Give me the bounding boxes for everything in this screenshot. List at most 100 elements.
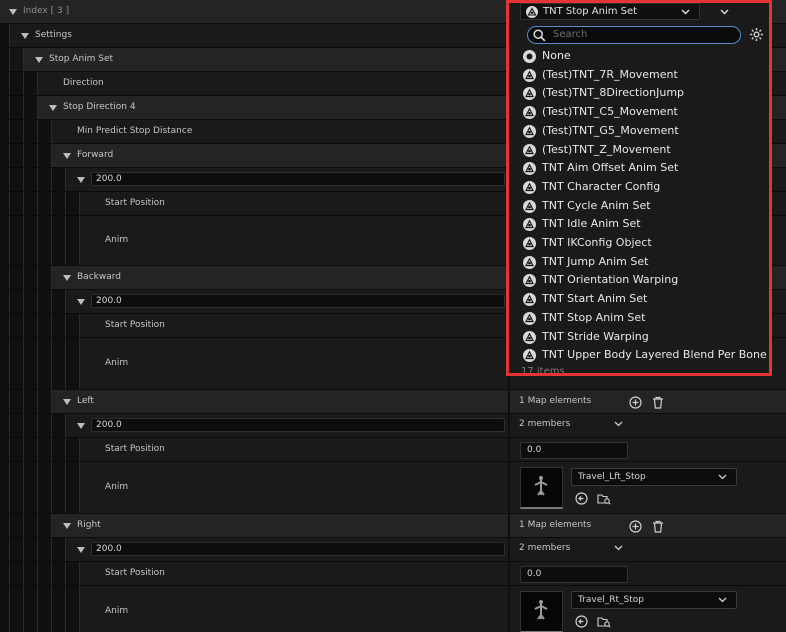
expand-arrow-icon[interactable]	[35, 57, 43, 63]
left-map-elements: 1 Map elements	[519, 396, 592, 406]
chevron-down-icon	[718, 597, 727, 603]
left-anim-row: Anim Travel_Lft_Stop	[0, 462, 786, 514]
add-element-icon[interactable]	[628, 395, 642, 409]
asset-class-icon	[523, 180, 536, 194]
asset-list-item[interactable]: (Test)TNT_7R_Movement	[521, 67, 757, 85]
asset-list-item[interactable]: (Test)TNT_G5_Movement	[521, 123, 757, 141]
asset-list-item[interactable]: TNT Upper Body Layered Blend Per Bone	[521, 347, 767, 365]
left-row[interactable]: Left 1 Map elements	[0, 390, 786, 414]
left-label: Left	[77, 396, 94, 406]
right-start-position-input[interactable]: 0.0	[520, 566, 628, 583]
asset-class-icon	[523, 274, 536, 288]
use-selected-icon[interactable]	[573, 490, 589, 506]
asset-dropdown-popup[interactable]: TNT Stop Anim Set Search None (Test)TNT_7…	[506, 0, 772, 376]
asset-list-item[interactable]: TNT Stride Warping	[521, 329, 757, 347]
asset-class-icon	[523, 218, 536, 232]
start-position-label: Start Position	[105, 444, 165, 454]
forward-key-input[interactable]: 200.0	[91, 172, 505, 186]
search-input[interactable]: Search	[527, 26, 741, 44]
right-label: Right	[77, 520, 101, 530]
right-anim-asset-picker[interactable]: Travel_Rt_Stop	[571, 591, 737, 609]
expand-arrow-icon[interactable]	[63, 153, 71, 159]
expand-arrow-icon[interactable]	[63, 275, 71, 281]
delete-icon[interactable]	[651, 519, 665, 533]
asset-list-item-label: TNT Stop Anim Set	[542, 310, 646, 324]
left-start-position-input[interactable]: 0.0	[520, 442, 628, 459]
asset-list-item-label: (Test)TNT_G5_Movement	[542, 123, 679, 137]
asset-list-item[interactable]: TNT Aim Offset Anim Set	[521, 160, 757, 178]
browse-asset-icon[interactable]	[596, 490, 612, 506]
expand-arrow-icon[interactable]	[77, 299, 85, 305]
left-members-combo[interactable]: 2 members	[519, 419, 627, 435]
asset-list-item[interactable]: None	[521, 48, 757, 66]
asset-list-item-label: TNT Aim Offset Anim Set	[542, 161, 679, 175]
asset-list-item[interactable]: TNT Character Config	[521, 179, 757, 197]
anim-thumbnail[interactable]	[520, 467, 563, 509]
chevron-down-icon[interactable]	[720, 9, 729, 15]
asset-class-icon	[523, 255, 536, 269]
anim-label: Anim	[105, 482, 129, 492]
asset-list-item[interactable]: (Test)TNT_C5_Movement	[521, 104, 757, 122]
anim-thumbnail[interactable]	[520, 591, 563, 632]
left-key-input[interactable]: 200.0	[91, 418, 505, 432]
asset-list-item[interactable]: TNT Stop Anim Set	[521, 310, 757, 328]
asset-list-item-label: TNT Idle Anim Set	[542, 217, 641, 231]
right-key-input[interactable]: 200.0	[91, 542, 505, 556]
left-key-row[interactable]: 200.0 2 members	[0, 414, 786, 438]
asset-list-item-label: (Test)TNT_7R_Movement	[542, 67, 678, 81]
index-label: Index [ 3 ]	[23, 6, 70, 16]
asset-list-item[interactable]: (Test)TNT_Z_Movement	[521, 142, 757, 160]
asset-list-item-label: TNT Stride Warping	[542, 329, 649, 343]
asset-list-item-label: (Test)TNT_8DirectionJump	[542, 86, 685, 100]
search-placeholder: Search	[553, 29, 588, 40]
use-selected-icon[interactable]	[573, 613, 589, 629]
asset-list-item[interactable]: TNT Jump Anim Set	[521, 254, 757, 272]
delete-icon[interactable]	[651, 395, 665, 409]
asset-list-item[interactable]: TNT IKConfig Object	[521, 235, 757, 253]
expand-arrow-icon[interactable]	[9, 9, 17, 15]
asset-list-item[interactable]: TNT Orientation Warping	[521, 272, 757, 290]
asset-class-icon	[523, 68, 536, 82]
asset-class-icon	[523, 237, 536, 250]
expand-arrow-icon[interactable]	[77, 547, 85, 553]
expand-arrow-icon[interactable]	[63, 399, 71, 405]
asset-list-item-label: TNT Character Config	[542, 179, 661, 193]
chevron-down-icon	[614, 421, 623, 427]
asset-class-icon	[523, 87, 536, 101]
expand-arrow-icon[interactable]	[49, 105, 57, 111]
anim-label: Anim	[105, 235, 129, 245]
right-start-position-row: Start Position 0.0	[0, 562, 786, 586]
expand-arrow-icon[interactable]	[21, 33, 29, 39]
add-element-icon[interactable]	[628, 519, 642, 533]
asset-list-item-label: (Test)TNT_Z_Movement	[542, 142, 671, 156]
right-map-elements: 1 Map elements	[519, 520, 592, 530]
search-icon	[533, 29, 546, 42]
browse-asset-icon[interactable]	[596, 613, 612, 629]
asset-class-icon	[523, 293, 536, 307]
backward-key-input[interactable]: 200.0	[91, 294, 505, 308]
asset-list-item[interactable]: TNT Cycle Anim Set	[521, 198, 757, 216]
expand-arrow-icon[interactable]	[77, 423, 85, 429]
gear-icon[interactable]	[749, 27, 764, 42]
asset-list-item-label: TNT Cycle Anim Set	[542, 198, 651, 212]
asset-list-item-label: TNT Start Anim Set	[542, 292, 648, 306]
expand-arrow-icon[interactable]	[77, 177, 85, 183]
right-row[interactable]: Right 1 Map elements	[0, 514, 786, 538]
asset-class-combo[interactable]: TNT Stop Anim Set	[520, 3, 700, 20]
anim-asset-name: Travel_Lft_Stop	[578, 472, 646, 482]
asset-list-item[interactable]: TNT Start Anim Set	[521, 291, 757, 309]
members-label: 2 members	[519, 543, 571, 553]
selected-class-label: TNT Stop Anim Set	[543, 6, 638, 17]
anim-label: Anim	[105, 358, 129, 368]
min-predict-label: Min Predict Stop Distance	[77, 126, 193, 136]
anim-asset-name: Travel_Rt_Stop	[578, 595, 644, 605]
stop-anim-set-label: Stop Anim Set	[49, 54, 114, 64]
class-icon	[526, 6, 538, 18]
item-count-footer: 17 items	[521, 366, 565, 376]
expand-arrow-icon[interactable]	[63, 523, 71, 529]
right-key-row[interactable]: 200.0 2 members	[0, 538, 786, 562]
right-members-combo[interactable]: 2 members	[519, 543, 627, 559]
left-anim-asset-picker[interactable]: Travel_Lft_Stop	[571, 468, 737, 486]
asset-list-item[interactable]: TNT Idle Anim Set	[521, 216, 757, 234]
asset-list-item[interactable]: (Test)TNT_8DirectionJump	[521, 85, 757, 103]
